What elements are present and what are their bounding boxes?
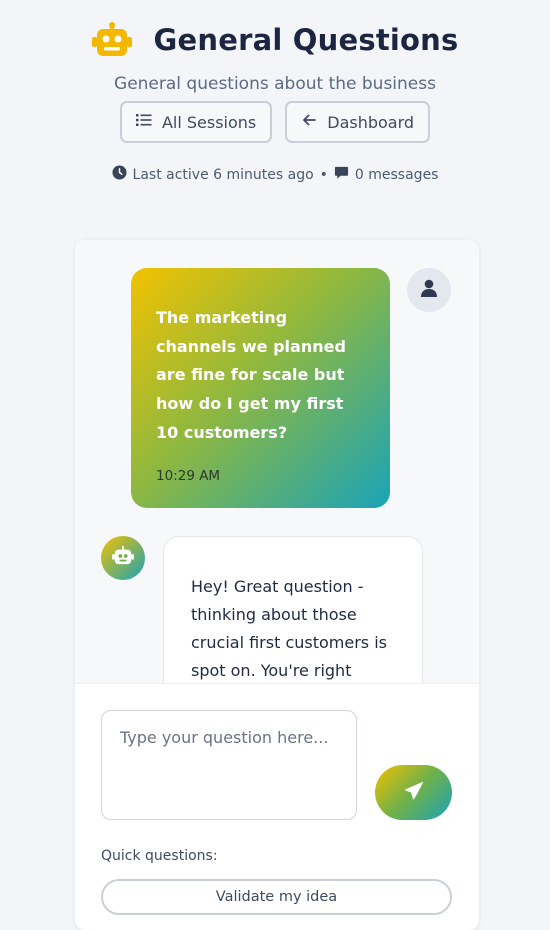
quick-question-validate-idea[interactable]: Validate my idea bbox=[101, 879, 452, 915]
message-count-text: 0 messages bbox=[354, 166, 439, 183]
assistant-avatar bbox=[101, 536, 145, 580]
arrow-left-icon bbox=[301, 112, 317, 132]
robot-icon bbox=[91, 22, 132, 58]
assistant-message-text: Hey! Great question - thinking about tho… bbox=[191, 577, 387, 680]
all-sessions-button[interactable]: All Sessions bbox=[119, 101, 273, 143]
page-subtitle: General questions about the business bbox=[114, 74, 436, 94]
robot-icon bbox=[112, 546, 134, 570]
last-active-text: Last active 6 minutes ago bbox=[132, 166, 314, 183]
message-timestamp: 10:29 AM bbox=[156, 468, 221, 484]
chat-session-page: General Questions General questions abou… bbox=[0, 0, 550, 930]
nav-buttons: All Sessions Dashboard bbox=[0, 101, 550, 143]
paper-plane-icon bbox=[404, 781, 424, 804]
user-message-text: The marketing channels we planned are fi… bbox=[156, 308, 346, 442]
all-sessions-label: All Sessions bbox=[161, 112, 257, 132]
user-avatar bbox=[407, 268, 451, 312]
quick-questions-label: Quick questions: bbox=[101, 848, 218, 864]
meta-separator: • bbox=[319, 166, 328, 183]
title-row: General Questions bbox=[0, 22, 550, 58]
question-input[interactable] bbox=[101, 710, 357, 820]
user-message: The marketing channels we planned are fi… bbox=[131, 268, 390, 508]
composer: Quick questions: Validate my idea bbox=[75, 683, 479, 930]
dashboard-label: Dashboard bbox=[327, 112, 415, 132]
comment-icon bbox=[334, 165, 349, 184]
page-title: General Questions bbox=[153, 23, 459, 57]
clock-icon bbox=[111, 165, 127, 184]
session-meta: Last active 6 minutes ago • 0 messages bbox=[0, 165, 550, 184]
dashboard-button[interactable]: Dashboard bbox=[285, 101, 431, 143]
send-button[interactable] bbox=[375, 765, 452, 820]
chat-panel: The marketing channels we planned are fi… bbox=[75, 240, 479, 930]
list-icon bbox=[135, 112, 152, 132]
user-icon bbox=[419, 278, 439, 302]
